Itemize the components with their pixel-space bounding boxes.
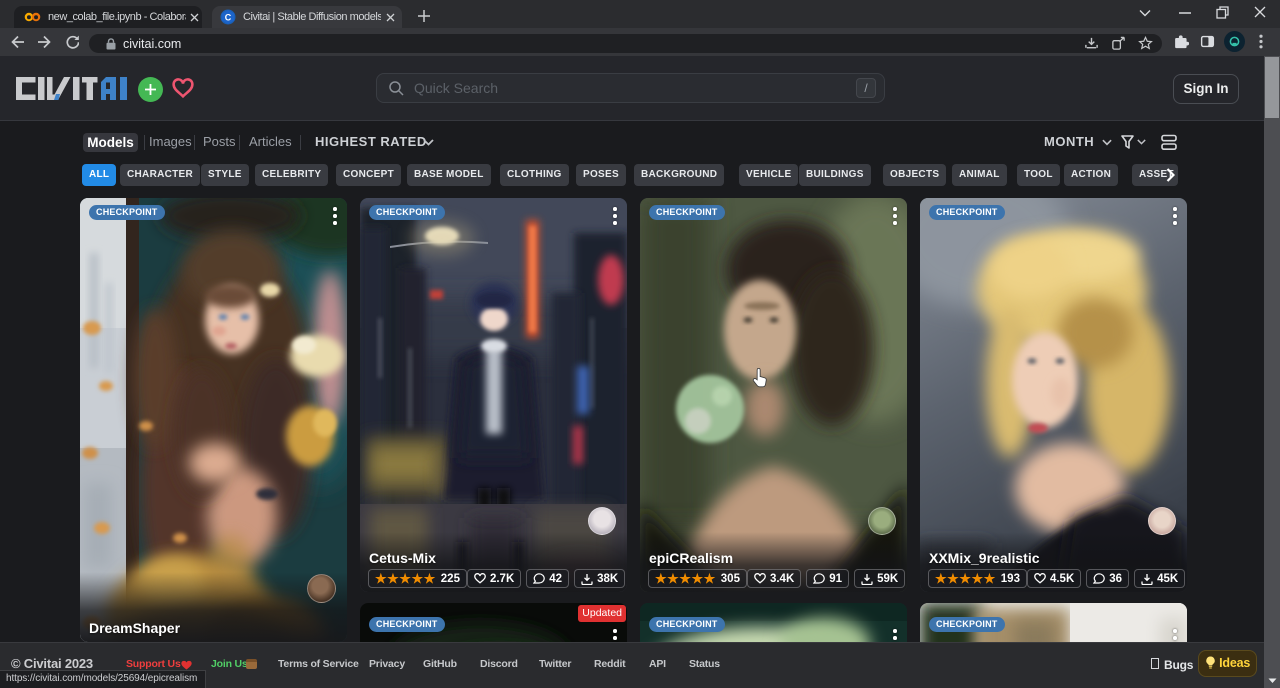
svg-text:C: C [225, 12, 232, 22]
